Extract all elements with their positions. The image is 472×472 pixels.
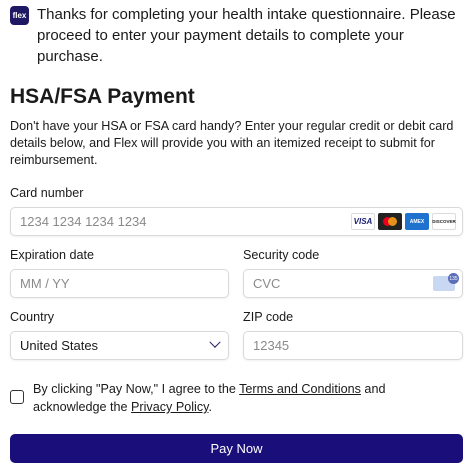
security-code-placeholder: CVC — [253, 276, 281, 291]
page-title: HSA/FSA Payment — [10, 85, 195, 108]
terms-link[interactable]: Terms and Conditions — [239, 382, 361, 396]
country-select[interactable]: United States — [10, 331, 229, 360]
expiration-label: Expiration date — [10, 248, 95, 262]
card-brand-icons: VISA AMEX DISCOVER — [351, 213, 456, 230]
card-number-placeholder: 1234 1234 1234 1234 — [20, 214, 147, 229]
zip-placeholder: 12345 — [253, 338, 290, 353]
card-number-input[interactable]: 1234 1234 1234 1234 VISA AMEX DISCOVER — [10, 207, 463, 236]
zip-label: ZIP code — [243, 310, 294, 324]
agree-checkbox[interactable] — [10, 390, 24, 404]
zip-input[interactable]: 12345 — [243, 331, 463, 360]
agreement-suffix: . — [208, 400, 212, 414]
payment-description: Don't have your HSA or FSA card handy? E… — [10, 119, 454, 167]
cvc-badge: 135 — [448, 273, 459, 284]
card-number-label: Card number — [10, 186, 84, 200]
intake-banner: flex Thanks for completing your health i… — [10, 4, 470, 67]
security-code-label: Security code — [243, 248, 320, 262]
privacy-link[interactable]: Privacy Policy — [131, 400, 208, 414]
expiration-placeholder: MM / YY — [20, 276, 70, 291]
expiration-input[interactable]: MM / YY — [10, 269, 229, 298]
agreement-text: By clicking "Pay Now," I agree to the Te… — [33, 380, 453, 416]
pay-now-button[interactable]: Pay Now — [10, 434, 463, 463]
flex-logo: flex — [10, 6, 29, 25]
cvc-card-icon: 135 — [433, 273, 459, 291]
visa-icon: VISA — [351, 213, 375, 230]
country-value: United States — [20, 338, 99, 353]
discover-icon: DISCOVER — [432, 213, 456, 230]
mastercard-icon — [378, 213, 402, 230]
amex-icon: AMEX — [405, 213, 429, 230]
chevron-down-icon — [209, 336, 221, 348]
security-code-input[interactable]: CVC 135 — [243, 269, 463, 298]
country-label: Country — [10, 310, 55, 324]
agreement-prefix: By clicking "Pay Now," I agree to the — [33, 382, 240, 396]
agreement-row: By clicking "Pay Now," I agree to the Te… — [10, 380, 453, 416]
banner-message: Thanks for completing your health intake… — [37, 6, 456, 65]
